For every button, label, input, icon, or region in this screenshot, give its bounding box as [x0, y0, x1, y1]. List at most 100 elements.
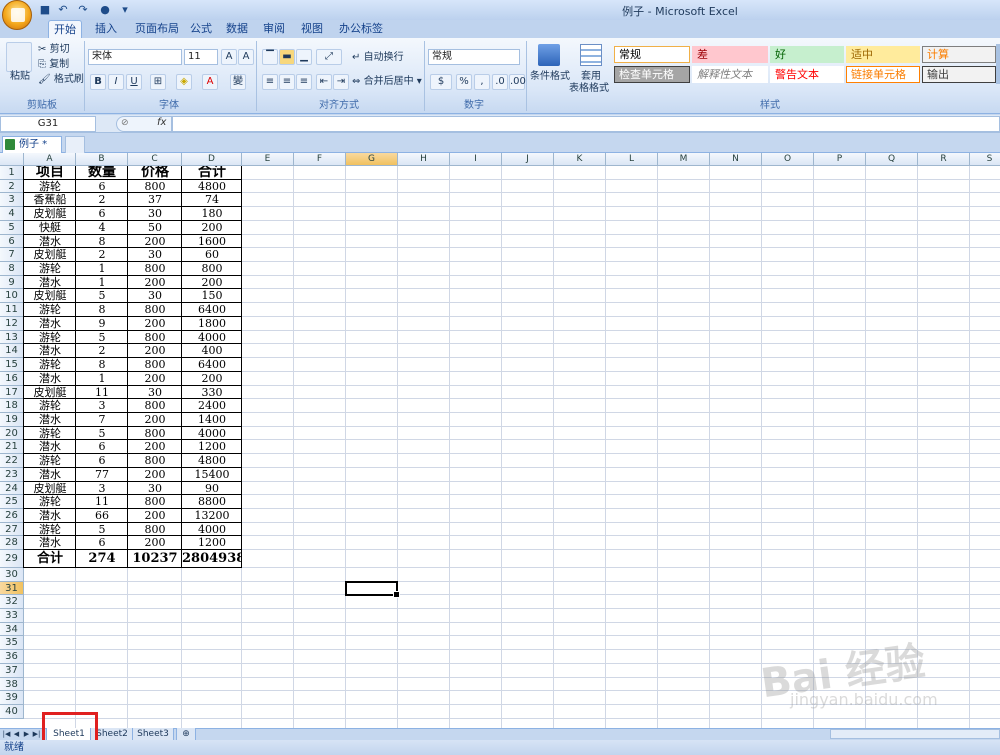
row-header[interactable]: 18: [0, 399, 24, 413]
last-sheet-icon[interactable]: ▶|: [32, 729, 41, 739]
row-header[interactable]: 12: [0, 316, 24, 331]
row-header[interactable]: 33: [0, 609, 24, 623]
customize-qat-icon[interactable]: ▾: [118, 3, 132, 17]
currency-icon[interactable]: $: [430, 74, 452, 90]
align-right-icon[interactable]: ≡: [296, 74, 312, 90]
row-header[interactable]: 34: [0, 622, 24, 637]
format-painter-button[interactable]: 🖌 格式刷: [38, 73, 84, 87]
column-header[interactable]: A: [24, 153, 76, 166]
horizontal-scrollbar[interactable]: [830, 729, 1000, 739]
row-header[interactable]: 14: [0, 344, 24, 359]
column-header[interactable]: M: [658, 153, 710, 166]
ribbon-tab-1[interactable]: 插入: [86, 20, 126, 38]
column-header[interactable]: R: [918, 153, 970, 166]
font-color-icon[interactable]: A: [202, 74, 218, 90]
row-header[interactable]: 26: [0, 509, 24, 523]
undo-icon[interactable]: ↶: [56, 3, 70, 17]
column-header[interactable]: I: [450, 153, 502, 166]
cell-style-6[interactable]: 解释性文本: [692, 66, 768, 83]
row-header[interactable]: 11: [0, 303, 24, 317]
row-header[interactable]: 29: [0, 550, 24, 568]
row-header[interactable]: 24: [0, 481, 24, 496]
row-header[interactable]: 40: [0, 705, 24, 719]
quick-access-icon[interactable]: ●: [98, 3, 112, 17]
row-header[interactable]: 36: [0, 650, 24, 664]
align-bottom-icon[interactable]: ▁: [296, 49, 312, 65]
row-header[interactable]: 7: [0, 248, 24, 263]
conditional-format-button[interactable]: 条件格式: [530, 70, 570, 84]
row-header[interactable]: 16: [0, 371, 24, 386]
phonetic-icon[interactable]: 變: [230, 74, 246, 90]
ribbon-tab-4[interactable]: 数据: [222, 20, 252, 38]
underline-button[interactable]: U: [126, 74, 142, 90]
cell-style-7[interactable]: 警告文本: [770, 66, 844, 83]
new-workbook-tab[interactable]: [65, 136, 85, 153]
font-size-select[interactable]: 11: [184, 49, 218, 65]
row-header[interactable]: 31: [0, 581, 24, 596]
ribbon-tab-5[interactable]: 审阅: [260, 20, 288, 38]
fill-color-icon[interactable]: ◈: [176, 74, 192, 90]
row-header[interactable]: 30: [0, 567, 24, 582]
cell-style-5[interactable]: 检查单元格: [614, 66, 690, 83]
border-icon[interactable]: ⊞: [150, 74, 166, 90]
next-sheet-icon[interactable]: ▶: [22, 729, 31, 739]
row-header[interactable]: 23: [0, 467, 24, 482]
save-icon[interactable]: ■: [38, 3, 52, 17]
row-header[interactable]: 9: [0, 275, 24, 290]
row-header[interactable]: 27: [0, 522, 24, 537]
ribbon-tab-3[interactable]: 公式: [188, 20, 214, 38]
workbook-tab[interactable]: 例子 * ×: [2, 136, 62, 166]
column-header[interactable]: L: [606, 153, 658, 166]
row-header[interactable]: 15: [0, 358, 24, 372]
row-header[interactable]: 25: [0, 495, 24, 509]
row-header[interactable]: 4: [0, 207, 24, 221]
align-left-icon[interactable]: ≡: [262, 74, 278, 90]
first-sheet-icon[interactable]: |◀: [2, 729, 11, 739]
column-header[interactable]: G: [346, 153, 398, 166]
comma-icon[interactable]: ,: [474, 74, 490, 90]
cell-style-0[interactable]: 常规: [614, 46, 690, 63]
row-header[interactable]: 22: [0, 454, 24, 468]
office-button[interactable]: [2, 0, 32, 30]
wrap-text-button[interactable]: ↵ 自动换行: [352, 51, 404, 65]
column-header[interactable]: S: [970, 153, 1000, 166]
name-box[interactable]: G31: [0, 116, 96, 132]
insert-function-icon[interactable]: fx: [157, 117, 166, 128]
column-header[interactable]: P: [814, 153, 866, 166]
prev-sheet-icon[interactable]: ◀: [12, 729, 21, 739]
cell-style-3[interactable]: 适中: [846, 46, 920, 63]
table-format-icon[interactable]: [580, 44, 602, 66]
column-header[interactable]: Q: [866, 153, 918, 166]
column-header[interactable]: O: [762, 153, 814, 166]
row-header[interactable]: 1: [0, 166, 24, 180]
column-header[interactable]: J: [502, 153, 554, 166]
number-format-select[interactable]: 常规: [428, 49, 520, 65]
row-header[interactable]: 5: [0, 220, 24, 235]
decrease-decimal-icon[interactable]: .00: [509, 74, 526, 90]
paste-icon[interactable]: [6, 42, 32, 72]
column-header[interactable]: D: [182, 153, 242, 166]
redo-icon[interactable]: ↷: [76, 3, 90, 17]
row-header[interactable]: 21: [0, 440, 24, 455]
ribbon-tab-7[interactable]: 办公标签: [336, 20, 386, 38]
copy-button[interactable]: ⎘ 复制: [38, 58, 69, 72]
ribbon-tab-6[interactable]: 视图: [298, 20, 326, 38]
cell-style-8[interactable]: 链接单元格: [846, 66, 920, 83]
font-name-select[interactable]: 宋体: [88, 49, 182, 65]
table-format-line2[interactable]: 表格格式: [569, 82, 609, 96]
column-header[interactable]: C: [128, 153, 182, 166]
row-header[interactable]: 32: [0, 595, 24, 610]
formula-input[interactable]: [172, 116, 1000, 132]
decrease-indent-icon[interactable]: ⇤: [316, 74, 332, 90]
cancel-icon[interactable]: ⊘: [121, 118, 129, 128]
align-top-icon[interactable]: ▔: [262, 49, 278, 65]
column-header[interactable]: H: [398, 153, 450, 166]
row-header[interactable]: 6: [0, 234, 24, 249]
bold-button[interactable]: B: [90, 74, 106, 90]
row-header[interactable]: 2: [0, 179, 24, 194]
row-header[interactable]: 37: [0, 663, 24, 678]
cell-style-9[interactable]: 输出: [922, 66, 996, 83]
cell-style-1[interactable]: 差: [692, 46, 768, 63]
row-header[interactable]: 8: [0, 262, 24, 276]
select-all-corner[interactable]: [0, 153, 24, 166]
